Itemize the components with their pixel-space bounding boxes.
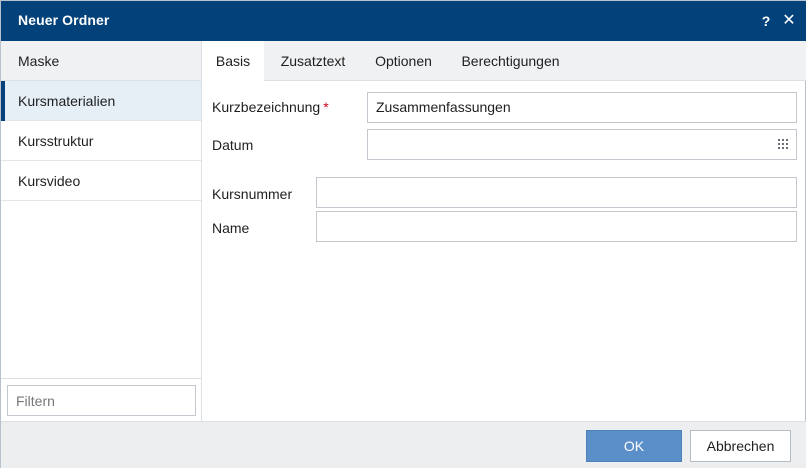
filter-input[interactable] bbox=[7, 385, 196, 416]
sidebar-item-label: Kursmaterialien bbox=[18, 93, 116, 109]
datum-label: Datum bbox=[212, 137, 254, 153]
tab-basis[interactable]: Basis bbox=[202, 41, 264, 82]
required-marker: * bbox=[323, 99, 329, 115]
dialog-titlebar: Neuer Ordner ? ✕ bbox=[1, 1, 806, 41]
tab-optionen[interactable]: Optionen bbox=[362, 41, 445, 81]
sidebar-header: Maske bbox=[1, 41, 201, 81]
ok-button[interactable]: OK bbox=[586, 430, 682, 462]
mask-sidebar: Maske Kursmaterialien Kursstruktur Kursv… bbox=[1, 41, 202, 421]
kursnummer-field[interactable] bbox=[316, 177, 797, 208]
sidebar-item-kursstruktur[interactable]: Kursstruktur bbox=[1, 121, 201, 161]
new-folder-dialog: Neuer Ordner ? ✕ Maske Kursmaterialien K… bbox=[0, 0, 806, 468]
sidebar-filter-area bbox=[1, 378, 201, 421]
sidebar-item-label: Kursvideo bbox=[18, 173, 81, 189]
kurzbezeichnung-field[interactable]: Zusammenfassungen bbox=[367, 92, 797, 123]
name-label: Name bbox=[212, 220, 250, 236]
sidebar-item-label: Kursstruktur bbox=[18, 133, 94, 149]
sidebar-item-kursmaterialien[interactable]: Kursmaterialien bbox=[1, 81, 201, 121]
close-icon[interactable]: ✕ bbox=[781, 11, 797, 31]
tab-zusatztext[interactable]: Zusatztext bbox=[264, 41, 362, 81]
tab-berechtigungen[interactable]: Berechtigungen bbox=[445, 41, 576, 81]
cancel-button[interactable]: Abbrechen bbox=[690, 430, 791, 462]
sidebar-header-label: Maske bbox=[18, 53, 60, 69]
kursnummer-label: Kursnummer bbox=[212, 186, 293, 202]
datum-field[interactable] bbox=[367, 129, 797, 160]
calendar-grid-icon[interactable] bbox=[778, 139, 790, 151]
kurzbezeichnung-label: Kurzbezeichnung * bbox=[212, 99, 329, 115]
dialog-footer: OK Abbrechen bbox=[1, 421, 806, 468]
sidebar-item-kursvideo[interactable]: Kursvideo bbox=[1, 161, 201, 201]
help-icon[interactable]: ? bbox=[759, 11, 773, 31]
name-field[interactable] bbox=[316, 211, 797, 242]
tab-bar: Basis Zusatztext Optionen Berechtigungen bbox=[202, 41, 806, 82]
dialog-title: Neuer Ordner bbox=[18, 12, 110, 28]
